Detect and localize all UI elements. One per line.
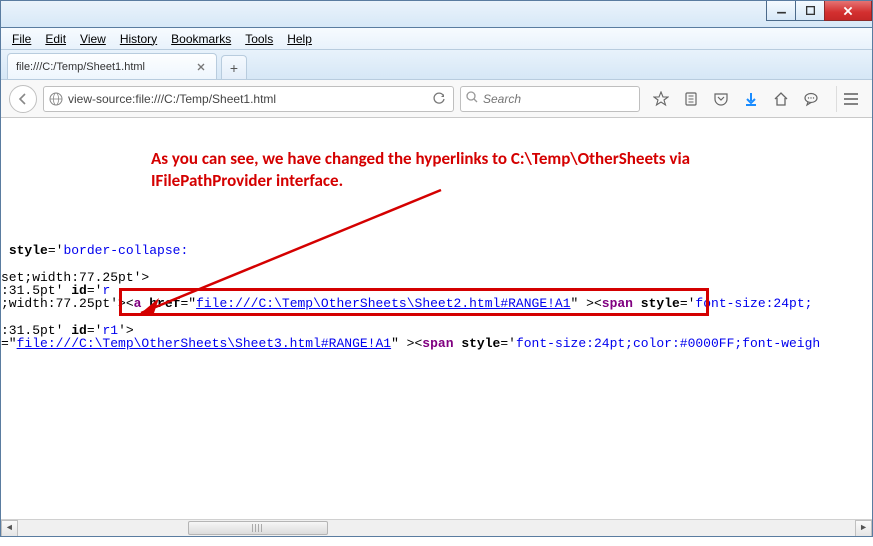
menu-bookmarks[interactable]: Bookmarks <box>164 30 238 48</box>
downloads-icon[interactable] <box>742 90 760 108</box>
maximize-button[interactable] <box>795 1 825 21</box>
page-content: As you can see, we have changed the hype… <box>1 118 872 536</box>
tab-title: file:///C:/Temp/Sheet1.html <box>16 61 188 73</box>
bookmark-star-icon[interactable] <box>652 90 670 108</box>
library-icon[interactable] <box>682 90 700 108</box>
scroll-thumb[interactable] <box>188 521 328 535</box>
menu-bar: File Edit View History Bookmarks Tools H… <box>1 28 872 50</box>
menu-view[interactable]: View <box>73 30 113 48</box>
tab-strip: file:///C:/Temp/Sheet1.html + <box>1 50 872 80</box>
menu-hamburger-button[interactable] <box>836 86 864 112</box>
window-titlebar <box>0 0 873 28</box>
annotation-text: As you can see, we have changed the hype… <box>151 148 791 192</box>
scroll-right-button[interactable]: ► <box>855 520 872 537</box>
url-bar[interactable] <box>43 86 454 112</box>
url-input[interactable] <box>68 92 425 106</box>
home-icon[interactable] <box>772 90 790 108</box>
nav-toolbar <box>1 80 872 118</box>
globe-icon <box>48 91 64 107</box>
new-tab-button[interactable]: + <box>221 55 247 79</box>
menu-help[interactable]: Help <box>280 30 319 48</box>
chat-icon[interactable] <box>802 90 820 108</box>
search-icon <box>465 90 479 107</box>
source-line: style='border-collapse: <box>1 243 188 258</box>
hyperlink-sheet2[interactable]: file:///C:\Temp\OtherSheets\Sheet2.html#… <box>196 296 570 311</box>
menu-edit[interactable]: Edit <box>38 30 73 48</box>
search-box[interactable] <box>460 86 640 112</box>
scroll-track[interactable] <box>18 520 855 537</box>
horizontal-scrollbar[interactable]: ◄ ► <box>1 519 872 536</box>
pocket-icon[interactable] <box>712 90 730 108</box>
tab-close-icon[interactable] <box>194 60 208 74</box>
scroll-left-button[interactable]: ◄ <box>1 520 18 537</box>
reload-button[interactable] <box>429 92 449 106</box>
hyperlink-sheet3[interactable]: file:///C:\Temp\OtherSheets\Sheet3.html#… <box>17 336 391 351</box>
minimize-button[interactable] <box>766 1 796 21</box>
window-controls <box>767 1 872 21</box>
menu-history[interactable]: History <box>113 30 164 48</box>
menu-file[interactable]: File <box>5 30 38 48</box>
toolbar-icons <box>646 90 826 108</box>
source-line: ;width:77.25pt'><a href="file:///C:\Temp… <box>1 296 812 311</box>
menu-tools[interactable]: Tools <box>238 30 280 48</box>
source-line: ="file:///C:\Temp\OtherSheets\Sheet3.htm… <box>1 336 820 351</box>
close-button[interactable] <box>824 1 872 21</box>
search-input[interactable] <box>483 92 640 106</box>
back-button[interactable] <box>9 85 37 113</box>
tab-active[interactable]: file:///C:/Temp/Sheet1.html <box>7 53 217 79</box>
